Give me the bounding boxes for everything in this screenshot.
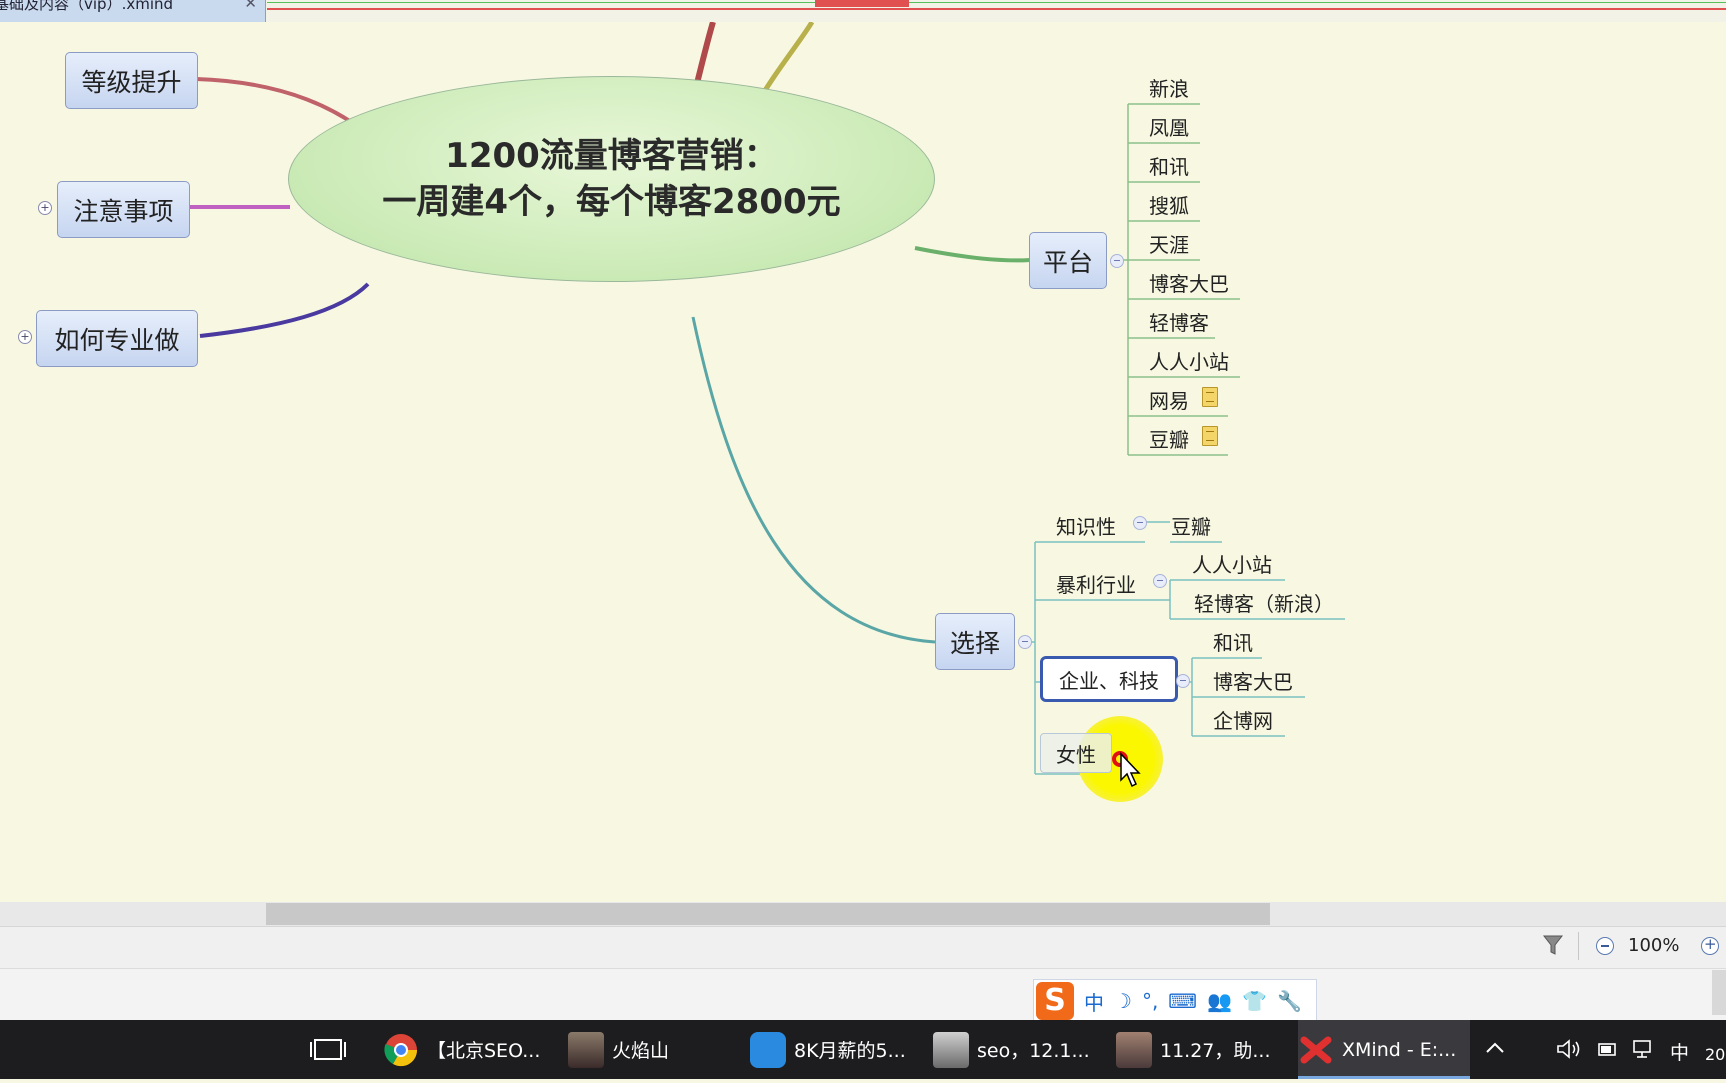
topic-choose-label: 选择 xyxy=(949,628,1000,658)
collapse-icon[interactable] xyxy=(1176,674,1190,688)
taskbar-item-label: XMind - E:... xyxy=(1342,1038,1457,1061)
volume-icon[interactable] xyxy=(1556,1038,1582,1060)
ime-user-icon[interactable]: 👥 xyxy=(1207,989,1232,1013)
network-icon[interactable] xyxy=(1632,1038,1658,1060)
chevron-up-icon[interactable] xyxy=(1484,1038,1506,1058)
photo-icon xyxy=(1116,1031,1152,1068)
ime-punctuation-icon[interactable]: °, xyxy=(1142,989,1158,1013)
subtopic-qing[interactable]: 轻博客 xyxy=(1149,307,1209,336)
subtopic-douban[interactable]: 豆瓣 xyxy=(1149,424,1189,453)
taskbar-item-label: 火焰山 xyxy=(612,1040,670,1062)
document-tab-title: 基础及内容（vip）.xmind xyxy=(0,0,174,13)
collapse-icon[interactable] xyxy=(1133,516,1147,530)
zoom-out-icon[interactable] xyxy=(1596,937,1614,955)
expand-icon[interactable]: + xyxy=(18,330,32,344)
topic-level-up-label: 等级提升 xyxy=(81,67,182,97)
subtopic-qiboo[interactable]: 企博网 xyxy=(1213,705,1273,734)
central-topic-line1: 1200流量博客营销： xyxy=(445,136,778,176)
taskbar-item-label: seo，12.1... xyxy=(977,1040,1090,1062)
taskbar-item-label: 8K月薪的5... xyxy=(794,1040,906,1062)
avatar-icon xyxy=(568,1031,604,1068)
topic-notes[interactable]: 注意事项 xyxy=(57,181,190,238)
subtopic-enterprise-tech[interactable]: 企业、科技 xyxy=(1040,656,1178,702)
collapse-icon[interactable] xyxy=(1153,574,1167,588)
expand-icon[interactable]: + xyxy=(38,201,52,215)
document-tab[interactable]: 基础及内容（vip）.xmind ✕ xyxy=(0,0,266,22)
subtopic-hexun[interactable]: 和讯 xyxy=(1149,151,1189,180)
ime-skin-icon[interactable]: 👕 xyxy=(1242,989,1267,1013)
tray-ime-indicator[interactable]: 中 xyxy=(1670,1038,1689,1065)
status-bar xyxy=(0,926,1726,969)
subtopic-qing-sina[interactable]: 轻博客（新浪） xyxy=(1194,588,1334,617)
task-view-button[interactable] xyxy=(293,1020,363,1079)
topic-platform-label: 平台 xyxy=(1042,247,1093,277)
taskbar-item-label: 11.27，助... xyxy=(1160,1040,1271,1062)
topic-how-professional[interactable]: 如何专业做 xyxy=(36,310,198,367)
task-view-icon xyxy=(310,1039,346,1060)
subtopic-renren-site[interactable]: 人人小站 xyxy=(1192,549,1272,578)
subtopic-sina[interactable]: 新浪 xyxy=(1149,73,1189,102)
subtopic-renren[interactable]: 人人小站 xyxy=(1149,346,1229,375)
subtopic-enterprise-tech-label: 企业、科技 xyxy=(1059,668,1159,693)
note-icon[interactable] xyxy=(1202,426,1218,446)
subtopic-sohu[interactable]: 搜狐 xyxy=(1149,190,1189,219)
topic-platform[interactable]: 平台 xyxy=(1029,232,1107,289)
topic-level-up[interactable]: 等级提升 xyxy=(65,52,198,109)
subtopic-blogbus[interactable]: 博客大巴 xyxy=(1149,268,1229,297)
central-topic-line2: 一周建4个，每个博客2800元 xyxy=(382,182,841,222)
sogou-logo-icon[interactable]: S xyxy=(1036,982,1074,1020)
subtopic-tianya[interactable]: 天涯 xyxy=(1149,229,1189,258)
tab-close-icon[interactable]: ✕ xyxy=(244,0,257,11)
scrollbar-thumb[interactable] xyxy=(266,903,1270,925)
subtopic-hexun-2[interactable]: 和讯 xyxy=(1213,627,1253,656)
status-divider xyxy=(1578,932,1579,960)
app-icon xyxy=(750,1031,786,1068)
ime-chinese-mode[interactable]: 中 xyxy=(1084,987,1104,1016)
ime-keyboard-icon[interactable]: ⌨ xyxy=(1168,989,1197,1013)
taskbar-item-xmind[interactable]: XMind - E:... xyxy=(1298,1020,1470,1079)
chrome-icon xyxy=(384,1033,418,1066)
bottom-panel xyxy=(0,968,1726,1021)
xmind-icon xyxy=(1300,1036,1332,1063)
taskbar-item-huoyanshan[interactable]: 火焰山 xyxy=(568,1020,728,1079)
collapse-icon[interactable] xyxy=(1110,254,1124,268)
zoom-level: 100% xyxy=(1628,935,1680,956)
subtopic-knowledge[interactable]: 知识性 xyxy=(1056,511,1116,540)
subtopic-female-label: 女性 xyxy=(1056,742,1096,767)
taskbar-item-seo[interactable]: seo，12.1... xyxy=(933,1020,1103,1079)
tray-clock[interactable]: 20 xyxy=(1705,1045,1725,1064)
taskbar-item-app[interactable]: 8K月薪的5... xyxy=(750,1020,920,1079)
subtopic-ifeng[interactable]: 凤凰 xyxy=(1149,112,1189,141)
taskbar-item-1127[interactable]: 11.27，助... xyxy=(1116,1020,1286,1079)
taskbar-item-chrome[interactable]: 【北京SEO... xyxy=(383,1020,553,1079)
central-topic[interactable]: 1200流量博客营销： 一周建4个，每个博客2800元 xyxy=(288,76,935,282)
filter-icon[interactable] xyxy=(1543,934,1563,956)
note-icon[interactable] xyxy=(1202,387,1218,407)
photo-icon xyxy=(933,1031,969,1068)
topic-notes-label: 注意事项 xyxy=(73,196,174,226)
topic-choose[interactable]: 选择 xyxy=(935,613,1015,670)
subtopic-blogbus-2[interactable]: 博客大巴 xyxy=(1213,666,1293,695)
subtopic-netease[interactable]: 网易 xyxy=(1149,385,1189,414)
battery-icon[interactable] xyxy=(1596,1038,1620,1060)
topic-how-professional-label: 如何专业做 xyxy=(54,325,180,355)
subtopic-profitable[interactable]: 暴利行业 xyxy=(1056,569,1136,598)
collapse-icon[interactable] xyxy=(1018,635,1032,649)
mouse-pointer-icon xyxy=(1120,752,1141,788)
ruler-line-red xyxy=(267,8,1726,10)
ime-moon-icon[interactable]: ☽ xyxy=(1114,989,1132,1013)
subtopic-female[interactable]: 女性 xyxy=(1040,733,1112,773)
ruler-line xyxy=(267,2,1726,3)
subtopic-knowledge-douban[interactable]: 豆瓣 xyxy=(1171,511,1211,540)
ime-tools-icon[interactable]: 🔧 xyxy=(1277,989,1302,1013)
ime-toolbar[interactable]: S 中 ☽ °, ⌨ 👥 👕 🔧 xyxy=(1033,979,1317,1023)
zoom-in-icon[interactable] xyxy=(1701,935,1719,955)
ruler-marker xyxy=(815,0,909,7)
panel-scroll[interactable] xyxy=(1712,970,1726,1015)
taskbar-item-label: 【北京SEO... xyxy=(427,1040,541,1062)
